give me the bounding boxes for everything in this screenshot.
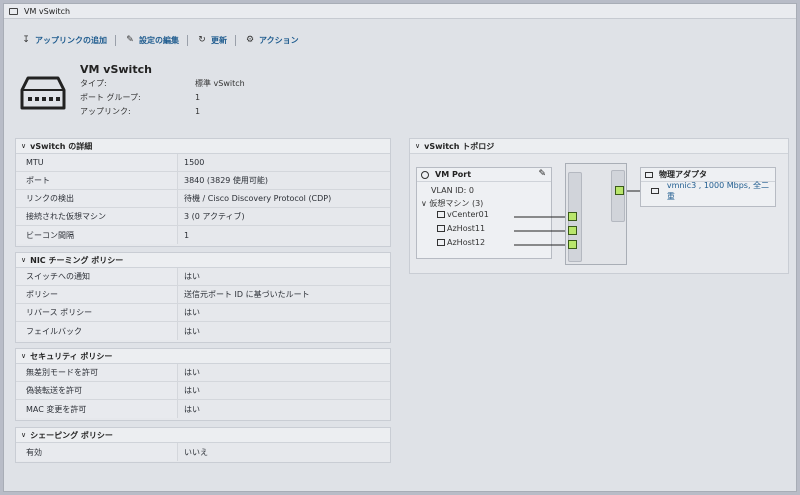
table-row: スイッチへの通知 はい <box>16 268 390 286</box>
vswitch-summary: VM vSwitch タイプ: 標準 vSwitch ポート グループ: 1 アップ… <box>20 60 420 120</box>
edit-settings-button[interactable]: ✎ 設定の編集 <box>124 35 179 46</box>
vm-port-connector[interactable] <box>568 212 577 221</box>
table-row: リバース ポリシー はい <box>16 304 390 322</box>
vm-port-connector[interactable] <box>568 226 577 235</box>
switch-icon <box>20 76 66 110</box>
uplink-slot <box>611 170 625 222</box>
table-row: ビーコン間隔 1 <box>16 226 390 244</box>
uplink-port-connector[interactable] <box>615 186 624 195</box>
refresh-button[interactable]: ↻ 更新 <box>196 35 227 46</box>
physical-adapters-card: 物理アダプタ vmnic3 , 1000 Mbps, 全二重 <box>640 167 776 207</box>
toolbar-divider <box>235 34 236 46</box>
summary-row-uplinks: アップリンク: 1 <box>80 107 201 116</box>
summary-row-type: タイプ: 標準 vSwitch <box>80 79 245 88</box>
table-row: MTU 1500 <box>16 154 390 172</box>
actions-button[interactable]: ⚙ アクション <box>244 35 299 46</box>
physical-adapter-vmnic3[interactable]: vmnic3 , 1000 Mbps, 全二重 <box>641 181 775 201</box>
pencil-icon: ✎ <box>126 35 134 45</box>
table-row: 無差別モードを許可 はい <box>16 364 390 382</box>
teaming-panel-header[interactable]: ∨ NIC チーミング ポリシー <box>16 253 390 268</box>
table-row: ポリシー 送信元ポート ID に基づいたルート <box>16 286 390 304</box>
gear-icon: ⚙ <box>245 35 255 45</box>
shaping-panel: ∨ シェーピング ポリシー 有効 いいえ <box>15 427 391 463</box>
window-title: VM vSwitch <box>24 6 71 16</box>
chevron-down-icon: ∨ <box>21 431 27 439</box>
add-uplink-button[interactable]: ↧ アップリンクの追加 <box>20 35 107 46</box>
vm-port-connector[interactable] <box>568 240 577 249</box>
table-row: 接続された仮想マシン 3 (0 アクティブ) <box>16 208 390 226</box>
toolbar: ↧ アップリンクの追加 ✎ 設定の編集 ↻ 更新 ⚙ アクション <box>20 33 299 47</box>
window-icon <box>9 7 18 15</box>
teaming-panel: ∨ NIC チーミング ポリシー スイッチへの通知 はい ポリシー 送信元ポート I… <box>15 252 391 343</box>
nic-icon <box>645 171 653 178</box>
chevron-down-icon: ∨ <box>21 256 27 264</box>
chevron-down-icon: ∨ <box>21 352 27 360</box>
toolbar-divider <box>187 34 188 46</box>
nic-icon <box>651 188 659 194</box>
security-panel-header[interactable]: ∨ セキュリティ ポリシー <box>16 349 390 364</box>
add-uplink-icon: ↧ <box>22 35 30 45</box>
page-title: VM vSwitch <box>80 63 152 76</box>
topology-panel: ∨ vSwitch トポロジ VM Port ✎ VLAN ID: 0 ∨ 仮想… <box>409 138 789 274</box>
details-panel: ∨ vSwitch の詳細 MTU 1500 ポート 3840 (3829 使用可能… <box>15 138 391 247</box>
toolbar-divider <box>115 34 116 46</box>
summary-row-port-groups: ポート グループ: 1 <box>80 93 201 102</box>
table-row: ポート 3840 (3829 使用可能) <box>16 172 390 190</box>
details-panel-header[interactable]: ∨ vSwitch の詳細 <box>16 139 390 154</box>
table-row: フェイルバック はい <box>16 322 390 340</box>
window-titlebar: VM vSwitch <box>4 4 796 19</box>
chevron-down-icon: ∨ <box>21 142 27 150</box>
table-row: MAC 変更を許可 はい <box>16 400 390 418</box>
refresh-icon: ↻ <box>198 35 206 45</box>
table-row: 有効 いいえ <box>16 443 390 461</box>
table-row: リンクの検出 待機 / Cisco Discovery Protocol (CDP… <box>16 190 390 208</box>
shaping-panel-header[interactable]: ∨ シェーピング ポリシー <box>16 428 390 443</box>
security-panel: ∨ セキュリティ ポリシー 無差別モードを許可 はい 偽装転送を許可 はい MAC … <box>15 348 391 421</box>
table-row: 偽装転送を許可 はい <box>16 382 390 400</box>
